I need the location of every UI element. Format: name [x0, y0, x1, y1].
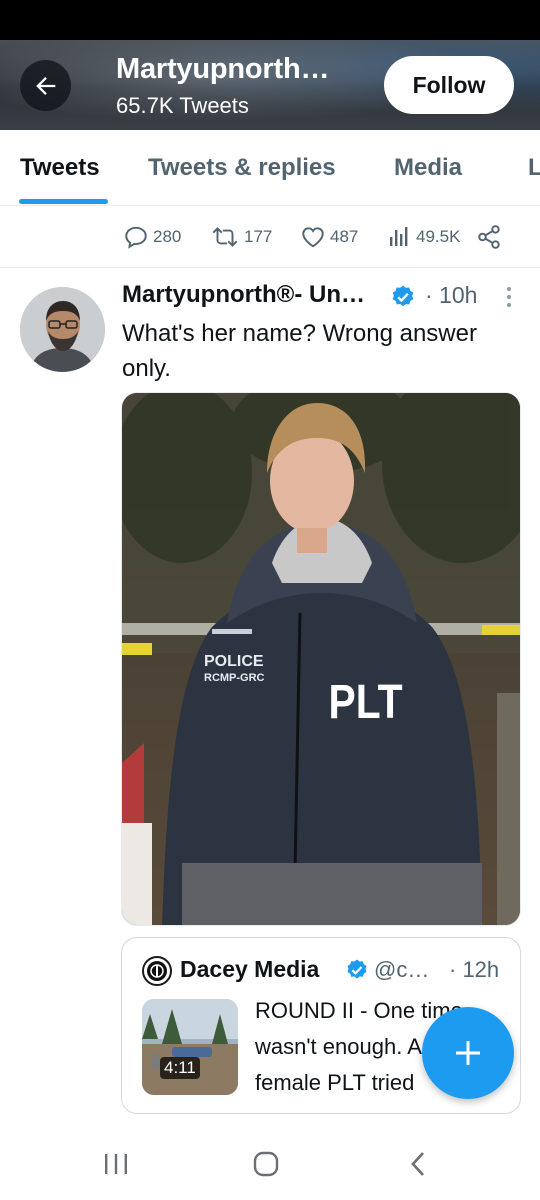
verified-badge-icon — [392, 285, 414, 307]
author-avatar[interactable] — [20, 287, 105, 372]
reply-icon — [125, 226, 147, 249]
compose-button[interactable] — [422, 1007, 514, 1099]
verified-badge-icon — [347, 959, 367, 979]
compose-plus-icon — [456, 1041, 480, 1065]
quote-author-avatar — [142, 956, 172, 986]
photo-police-officer: POLICE RCMP-GRC PLT — [122, 393, 520, 925]
tweet-count: 65.7K Tweets — [116, 93, 249, 118]
system-navigation-bar — [0, 1128, 540, 1200]
dacey-logo-icon — [147, 961, 167, 981]
active-tab-indicator — [19, 199, 108, 204]
tweet-text: What's her name? Wrong answer only. — [122, 316, 522, 386]
quote-author-handle: @c… — [374, 957, 430, 982]
tab-tweets[interactable]: Tweets — [20, 154, 100, 182]
quote-timestamp: · 12h — [449, 957, 500, 982]
like-count: 487 — [330, 227, 359, 246]
tweet-author-name[interactable]: Martyupnorth®- Un… — [122, 281, 365, 309]
retweet-count: 177 — [244, 227, 273, 246]
tweet-timestamp: · 10h — [425, 282, 478, 308]
quote-author-name: Dacey Media — [180, 956, 320, 982]
share-button[interactable] — [476, 224, 502, 250]
profile-tabs: Tweets Tweets & replies Media L — [0, 130, 540, 206]
tweet-photo[interactable]: POLICE RCMP-GRC PLT — [121, 392, 521, 926]
video-duration: 4:11 — [160, 1057, 200, 1079]
recent-apps-icon — [105, 1154, 127, 1174]
jacket-text-police: POLICE — [204, 653, 264, 670]
more-icon[interactable] — [504, 286, 514, 308]
avatar-portrait — [20, 287, 105, 372]
tweet-text-line-1: What's her name? Wrong answer — [122, 320, 477, 347]
view-count: 49.5K — [416, 227, 461, 246]
tab-media[interactable]: Media — [394, 154, 462, 182]
views-icon — [390, 227, 408, 246]
follow-button[interactable]: Follow — [384, 56, 514, 114]
reply-count: 280 — [153, 227, 182, 246]
tweet-text-line-2: only. — [122, 355, 171, 382]
back-arrow-icon — [35, 76, 55, 95]
tab-likes[interactable]: L — [528, 154, 540, 182]
video-thumbnail-scene — [142, 999, 238, 1095]
tab-tweets-replies[interactable]: Tweets & replies — [148, 154, 336, 182]
views-button[interactable]: 49.5K — [388, 224, 460, 250]
like-icon — [302, 227, 324, 248]
jacket-text-rcmp: RCMP-GRC — [204, 672, 265, 684]
retweet-button[interactable]: 177 — [210, 224, 272, 250]
jacket-text-plt: PLT — [329, 676, 403, 729]
previous-tweet-actions: 280 177 487 49.5K — [0, 206, 540, 268]
status-bar — [0, 0, 540, 40]
recent-apps-button[interactable] — [96, 1146, 136, 1182]
reply-button[interactable]: 280 — [123, 224, 181, 250]
profile-header: Martyupnorth… 65.7K Tweets Follow — [0, 40, 540, 130]
profile-name: Martyupnorth… — [116, 53, 330, 85]
like-button[interactable]: 487 — [300, 224, 358, 250]
quote-video-thumbnail[interactable]: 4:11 — [142, 999, 238, 1095]
back-button[interactable] — [20, 60, 71, 111]
home-icon — [253, 1151, 279, 1177]
share-icon — [478, 225, 500, 249]
home-button[interactable] — [246, 1146, 286, 1182]
retweet-icon — [212, 227, 238, 247]
back-icon — [411, 1152, 424, 1176]
system-back-button[interactable] — [398, 1146, 438, 1182]
